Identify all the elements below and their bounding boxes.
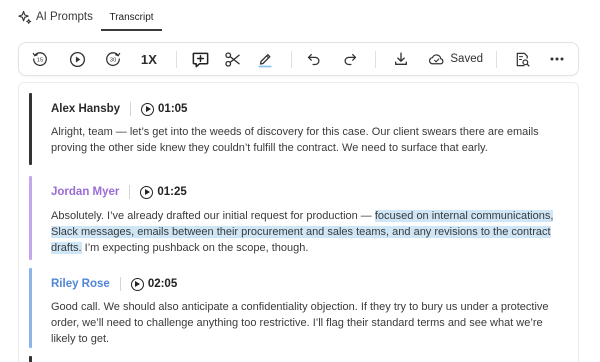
forward-30-button[interactable]: 30: [102, 43, 124, 75]
timestamp-button[interactable]: 01:05: [141, 102, 188, 116]
saved-label: Saved: [450, 53, 483, 65]
document-search-icon: [516, 52, 530, 67]
play-icon: [69, 51, 85, 67]
speaker-color-bar: [29, 356, 32, 362]
utterance-text: Absolutely. I’ve already drafted our ini…: [51, 208, 566, 256]
download-button[interactable]: [390, 43, 412, 75]
tab-bar: AI Prompts Transcript: [0, 0, 600, 36]
tab-transcript-label: Transcript: [109, 11, 154, 23]
play-button[interactable]: [66, 43, 88, 75]
speaker-row: Alex Hansby 01:05: [51, 100, 187, 118]
toolbar-divider: [176, 51, 177, 68]
divider: [119, 277, 121, 291]
undo-icon: [307, 53, 320, 66]
playback-speed-label: 1X: [140, 51, 158, 67]
toolbar-divider: [291, 51, 292, 68]
undo-button[interactable]: [303, 43, 325, 75]
sparkle-icon: [16, 9, 32, 25]
playback-speed-button[interactable]: 1X: [136, 43, 162, 75]
rewind-15-icon: 15: [32, 52, 47, 67]
more-options-button[interactable]: [546, 43, 568, 75]
utterance-text: Alright, team — let’s get into the weeds…: [51, 126, 539, 154]
add-comment-icon: [192, 52, 208, 67]
toolbar-divider: [375, 51, 376, 68]
highlight-button[interactable]: [254, 43, 276, 75]
redo-icon: [344, 53, 357, 66]
speaker-name: Riley Rose: [51, 278, 110, 290]
active-tab-indicator: [101, 29, 162, 31]
timestamp: 01:25: [157, 186, 187, 198]
svg-text:15: 15: [37, 58, 44, 64]
speaker-color-bar: [29, 93, 32, 165]
play-icon: [141, 102, 155, 116]
speaker-row: Jordan Myer 01:25: [51, 183, 187, 201]
speaker-name: Jordan Myer: [51, 186, 120, 198]
highlighter-icon: [258, 54, 272, 68]
play-icon: [130, 277, 144, 291]
play-icon: [140, 185, 154, 199]
timestamp: 02:05: [147, 278, 178, 290]
timestamp: 01:05: [158, 103, 188, 115]
speaker-row: Riley Rose 02:05: [51, 275, 177, 293]
redo-button[interactable]: [339, 43, 361, 75]
divider: [130, 102, 132, 116]
toolbar-divider: [496, 51, 497, 68]
more-icon: [550, 57, 564, 61]
speaker-color-bar: [29, 268, 32, 348]
transcript-entry: Riley Rose 02:05 Good call. We should al…: [29, 268, 569, 348]
tab-ai-prompts[interactable]: AI Prompts: [16, 0, 93, 34]
divider: [129, 185, 131, 199]
add-comment-button[interactable]: [188, 43, 212, 75]
svg-text:30: 30: [110, 58, 117, 64]
tab-ai-prompts-label: AI Prompts: [36, 11, 93, 23]
transcript-entry: Alex Hansby 01:05 Alright, team — let’s …: [29, 93, 569, 165]
cloud-check-icon: [428, 54, 444, 65]
forward-30-icon: 30: [106, 52, 121, 67]
save-status[interactable]: Saved: [428, 43, 483, 75]
cut-button[interactable]: [221, 43, 243, 75]
speaker-color-bar: [29, 176, 32, 260]
scissors-icon: [224, 51, 240, 67]
speaker-name: Alex Hansby: [51, 103, 121, 115]
timestamp-button[interactable]: 02:05: [130, 277, 178, 291]
transcript-entry: Jordan Myer 01:25 Absolutely. I’ve alrea…: [29, 176, 569, 260]
search-transcript-button[interactable]: [511, 43, 533, 75]
timestamp-button[interactable]: 01:25: [140, 185, 187, 199]
transcript-toolbar: 15 30 1X Saved: [18, 42, 579, 76]
utterance-text: Good call. We should also anticipate a c…: [51, 301, 549, 345]
utterance-text-part: Absolutely. I’ve already drafted our ini…: [51, 210, 375, 222]
transcript-panel: Alex Hansby 01:05 Alright, team — let’s …: [18, 82, 579, 362]
utterance-text-part: I’m expecting pushback on the scope, tho…: [81, 242, 309, 254]
rewind-15-button[interactable]: 15: [29, 43, 51, 75]
download-icon: [395, 52, 407, 65]
